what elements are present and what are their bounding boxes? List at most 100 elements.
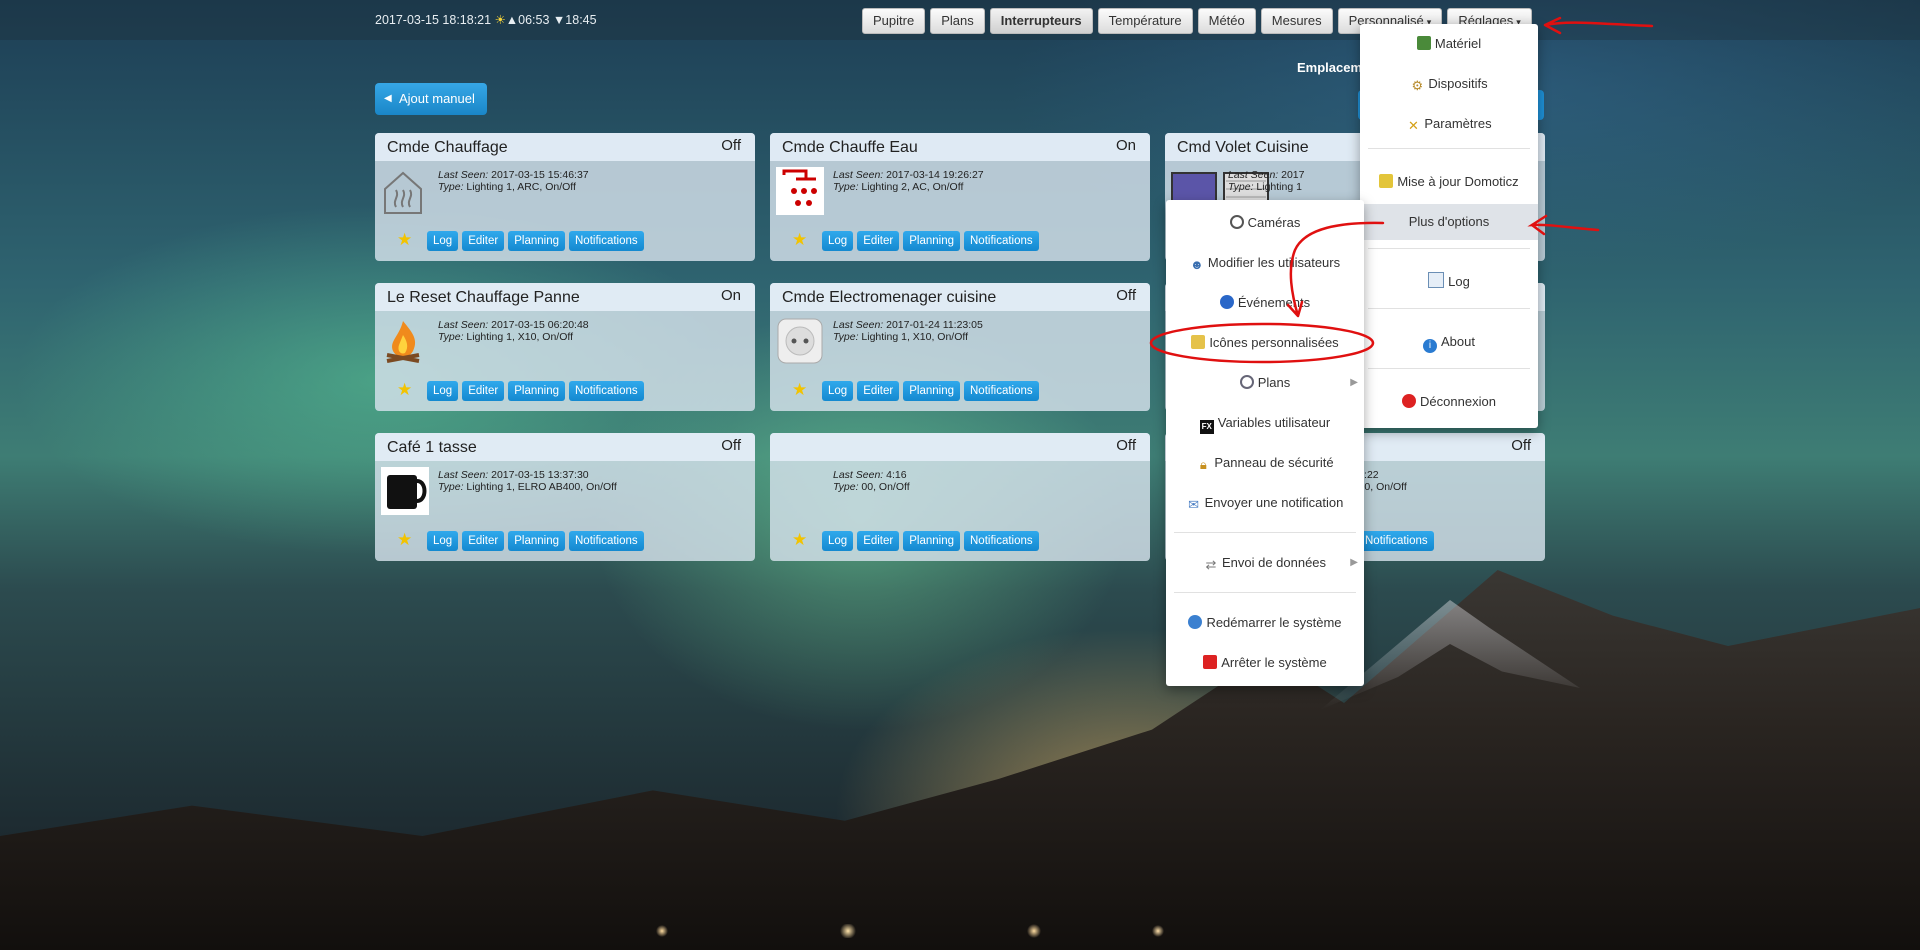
events-icon [1219, 295, 1234, 309]
hardware-icon [1416, 36, 1431, 50]
planning-button[interactable]: Planning [508, 231, 565, 251]
background-lights [600, 924, 1220, 938]
card-header: Le Reset Chauffage Panne On [375, 283, 755, 311]
menu-item-cameras[interactable]: Caméras [1166, 212, 1364, 234]
menu-item-restart[interactable]: Redémarrer le système [1166, 612, 1364, 634]
log-button[interactable]: Log [427, 531, 459, 551]
device-name: Café 1 tasse [387, 439, 477, 456]
edit-button[interactable]: Editer [462, 381, 505, 401]
favorite-star-icon[interactable]: ★ [397, 380, 412, 400]
edit-button[interactable]: Editer [462, 231, 505, 251]
type-value: Lighting 1, ELRO AB400, On/Off [466, 481, 617, 493]
edit-button[interactable]: Editer [857, 381, 900, 401]
menu-item-label: Matériel [1434, 36, 1482, 51]
tab-meteo[interactable]: Météo [1197, 8, 1256, 34]
planning-button[interactable]: Planning [903, 231, 960, 251]
mug-icon[interactable] [381, 467, 429, 515]
shower-icon[interactable] [776, 167, 824, 215]
type-value: Lighting 1, X10, On/Off [466, 331, 574, 343]
notifications-button[interactable]: Notifications [569, 531, 644, 551]
edit-button[interactable]: Editer [462, 531, 505, 551]
notifications-button[interactable]: Notifications [964, 231, 1039, 251]
type-label: Type: [1228, 181, 1254, 193]
tab-mesures[interactable]: Mesures [1260, 8, 1333, 34]
last-seen-label: Last Seen: [438, 469, 489, 481]
menu-item-log[interactable]: Log [1360, 271, 1538, 293]
notifications-button[interactable]: Notifications [964, 381, 1039, 401]
edit-button[interactable]: Editer [857, 231, 900, 251]
last-seen-label: Last Seen: [833, 319, 884, 331]
favorite-star-icon[interactable]: ★ [397, 530, 412, 550]
notifications-button[interactable]: Notifications [569, 381, 644, 401]
menu-item-about[interactable]: i About [1360, 331, 1538, 353]
menu-item-variables[interactable]: FX Variables utilisateur [1166, 412, 1364, 434]
last-seen-label: Last Seen: [1228, 169, 1279, 181]
device-status: Off [1116, 437, 1136, 454]
menu-item-plans[interactable]: Plans ▶ [1166, 372, 1364, 394]
card-header: Cmde Electromenager cuisine Off [770, 283, 1150, 311]
menu-item-label: About [1441, 334, 1475, 349]
card-actions: LogEditerPlanningNotifications [427, 381, 644, 401]
type-value: Lighting 1, X10, On/Off [861, 331, 969, 343]
last-seen-value: 2017 [1281, 169, 1305, 181]
menu-item-parametres[interactable]: ✕ Paramètres [1360, 113, 1538, 135]
heater-icon[interactable] [381, 167, 429, 215]
devices-gear-icon: ⚙ [1411, 78, 1424, 93]
menu-item-security-panel[interactable]: 🔒︎ Panneau de sécurité [1166, 452, 1364, 474]
device-status: On [720, 287, 741, 304]
outlet-icon[interactable] [776, 317, 824, 365]
tab-interrupteurs[interactable]: Interrupteurs [989, 8, 1093, 34]
device-status: On [1115, 137, 1136, 154]
card-actions: LogEditerPlanningNotifications [427, 531, 644, 551]
menu-item-shutdown[interactable]: Arrêter le système [1166, 652, 1364, 674]
notifications-button[interactable]: Notifications [964, 531, 1039, 551]
log-button[interactable]: Log [822, 231, 854, 251]
menu-divider [1368, 148, 1530, 149]
type-label: Type: [833, 331, 859, 343]
device-name: Cmde Chauffage [387, 139, 508, 156]
menu-item-events[interactable]: Événements [1166, 292, 1364, 314]
notifications-button[interactable]: Notifications [569, 231, 644, 251]
fire-icon[interactable] [381, 317, 429, 365]
edit-button[interactable]: Editer [857, 531, 900, 551]
notifications-button[interactable]: Notifications [1359, 531, 1434, 551]
menu-item-label: Mise à jour Domoticz [1397, 174, 1519, 189]
type-value: Lighting 1, ARC, On/Off [466, 181, 576, 193]
planning-button[interactable]: Planning [508, 381, 565, 401]
chevron-left-icon: ◀ [384, 93, 392, 104]
menu-item-data-push[interactable]: ⇄ Envoi de données ▶ [1166, 552, 1364, 574]
menu-item-plus-options[interactable]: Plus d'options [1360, 204, 1538, 240]
menu-item-materiel[interactable]: Matériel [1360, 33, 1538, 55]
tab-temperature[interactable]: Température [1097, 8, 1193, 34]
menu-item-send-notification[interactable]: ✉ Envoyer une notification [1166, 492, 1364, 514]
last-seen-label: Last Seen: [438, 169, 489, 181]
menu-item-label: Modifier les utilisateurs [1207, 255, 1341, 270]
menu-item-label: Envoyer une notification [1204, 495, 1344, 510]
type-label: Type: [833, 481, 859, 493]
card-header: Cmde Chauffage Off [375, 133, 755, 161]
menu-item-users[interactable]: ☻ Modifier les utilisateurs [1166, 252, 1364, 274]
planning-button[interactable]: Planning [903, 531, 960, 551]
log-button[interactable]: Log [822, 381, 854, 401]
menu-item-dispositifs[interactable]: ⚙ Dispositifs [1360, 73, 1538, 95]
planning-button[interactable]: Planning [508, 531, 565, 551]
favorite-star-icon[interactable]: ★ [792, 530, 807, 550]
tab-pupitre[interactable]: Pupitre [862, 8, 926, 34]
more-options-menu: Caméras ☻ Modifier les utilisateurs Événe… [1166, 200, 1364, 686]
tab-plans[interactable]: Plans [930, 8, 985, 34]
favorite-star-icon[interactable]: ★ [792, 230, 807, 250]
favorite-star-icon[interactable]: ★ [397, 230, 412, 250]
manual-add-button[interactable]: ◀ Ajout manuel [375, 83, 487, 115]
menu-item-update[interactable]: Mise à jour Domoticz [1360, 171, 1538, 193]
type-value: Lighting 1 [1256, 181, 1302, 193]
log-button[interactable]: Log [427, 381, 459, 401]
planning-button[interactable]: Planning [903, 381, 960, 401]
menu-item-deconnexion[interactable]: Déconnexion [1360, 391, 1538, 413]
last-seen-value: 2017-03-15 15:46:37 [491, 169, 589, 181]
menu-item-custom-icons[interactable]: Icônes personnalisées [1166, 332, 1364, 354]
log-button[interactable]: Log [822, 531, 854, 551]
log-button[interactable]: Log [427, 231, 459, 251]
favorite-star-icon[interactable]: ★ [792, 380, 807, 400]
mail-icon: ✉ [1188, 497, 1200, 512]
menu-item-label: Plus d'options [1408, 214, 1490, 229]
